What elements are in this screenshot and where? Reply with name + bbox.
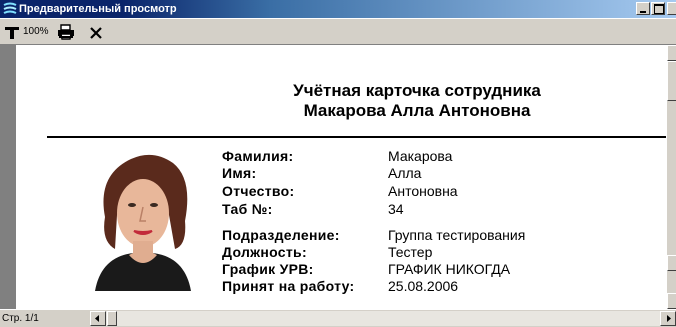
title-bar[interactable]: Предварительный просмотр xyxy=(0,0,676,18)
toolbar: 100% xyxy=(0,18,676,45)
field-label-first-name: Имя: xyxy=(222,165,257,181)
report-title-line2: Макарова Алла Антоновна xyxy=(303,101,531,120)
preview-viewport[interactable]: Учётная карточка сотрудника Макарова Алл… xyxy=(0,45,666,309)
minimize-icon xyxy=(640,11,646,13)
employee-photo xyxy=(91,145,195,291)
field-value-hire-date: 25.08.2006 xyxy=(388,278,459,294)
zoom-level-button[interactable]: 100% xyxy=(23,23,49,41)
scroll-down-button[interactable] xyxy=(667,293,676,309)
scroll-page-button[interactable] xyxy=(667,255,676,271)
zoom-pin-icon[interactable] xyxy=(3,23,21,41)
printer-icon[interactable] xyxy=(56,23,76,41)
field-label-patronymic: Отчество: xyxy=(222,183,295,199)
scroll-up-button[interactable] xyxy=(667,45,676,61)
arrow-left-icon xyxy=(95,315,99,322)
close-icon[interactable] xyxy=(88,23,104,41)
field-value-patronymic: Антоновна xyxy=(388,183,458,199)
minimize-button[interactable] xyxy=(636,2,650,15)
report-page: Учётная карточка сотрудника Макарова Алл… xyxy=(16,45,666,309)
field-value-department: Группа тестирования xyxy=(388,227,526,243)
field-value-position: Тестер xyxy=(388,244,433,260)
field-label-hire-date: Принят на работу: xyxy=(222,278,355,294)
field-label-tab-number: Таб №: xyxy=(222,201,273,217)
field-value-tab-number: 34 xyxy=(388,201,404,217)
report-title-line1: Учётная карточка сотрудника xyxy=(293,81,541,100)
field-label-department: Подразделение: xyxy=(222,227,340,243)
field-label-last-name: Фамилия: xyxy=(222,148,294,164)
field-label-position: Должность: xyxy=(222,244,307,260)
status-bar: Стр. 1/1 xyxy=(0,309,676,327)
window-close-button[interactable] xyxy=(667,2,676,15)
field-value-schedule: ГРАФИК НИКОГДА xyxy=(388,261,511,277)
window-title: Предварительный просмотр xyxy=(19,3,177,15)
scroll-right-button[interactable] xyxy=(660,311,676,326)
vertical-scroll-thumb[interactable] xyxy=(667,61,676,101)
report-title: Учётная карточка сотрудника Макарова Алл… xyxy=(252,81,582,121)
maximize-icon xyxy=(654,4,664,14)
arrow-right-icon xyxy=(667,315,671,322)
field-value-first-name: Алла xyxy=(388,165,422,181)
horizontal-scroll-thumb[interactable] xyxy=(107,311,117,326)
header-divider xyxy=(47,136,666,138)
page-indicator: Стр. 1/1 xyxy=(2,313,39,324)
vertical-scrollbar[interactable] xyxy=(666,45,676,309)
maximize-button[interactable] xyxy=(651,2,665,15)
field-label-schedule: График УРВ: xyxy=(222,261,314,277)
field-value-last-name: Макарова xyxy=(388,148,453,164)
scroll-left-button[interactable] xyxy=(90,311,106,326)
app-logo-icon xyxy=(3,2,17,14)
horizontal-scrollbar[interactable] xyxy=(90,311,676,326)
